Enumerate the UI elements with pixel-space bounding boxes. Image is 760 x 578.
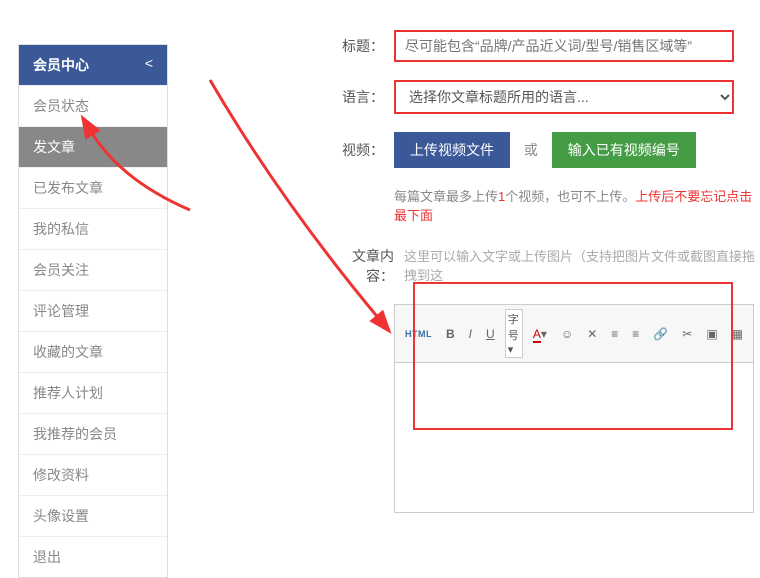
existing-video-button[interactable]: 输入已有视频编号 [552, 132, 696, 168]
toolbar-align-left-icon[interactable]: ≡ [607, 325, 622, 343]
sidebar-item-published[interactable]: 已发布文章 [19, 167, 167, 208]
sidebar: 会员中心 < 会员状态 发文章 已发布文章 我的私信 会员关注 评论管理 收藏的… [18, 44, 168, 578]
sidebar-collapse-icon[interactable]: < [145, 55, 153, 71]
toolbar-align-center-icon[interactable]: ≡ [628, 325, 643, 343]
sidebar-item-referred[interactable]: 我推荐的会员 [19, 413, 167, 454]
toolbar-clear-icon[interactable]: ✕ [583, 325, 601, 343]
toolbar-bold-button[interactable]: B [442, 325, 459, 343]
language-label: 语言： [330, 87, 394, 107]
editor-toolbar: HTML B I U 字号 ▾ A▾ ☺ ✕ ≡ ≡ 🔗 ✂ ▣ ▦ [394, 304, 754, 363]
language-select[interactable]: 选择你文章标题所用的语言... [394, 80, 734, 114]
content-label: 文章内容： [330, 246, 404, 286]
video-note: 每篇文章最多上传1个视频，也可不上传。上传后不要忘记点击最下面 [394, 186, 760, 224]
sidebar-item-messages[interactable]: 我的私信 [19, 208, 167, 249]
toolbar-html-button[interactable]: HTML [401, 327, 436, 341]
sidebar-item-referral[interactable]: 推荐人计划 [19, 372, 167, 413]
sidebar-item-avatar[interactable]: 头像设置 [19, 495, 167, 536]
form-area: 标题： 语言： 选择你文章标题所用的语言... 视频： 上传视频文件 或 输入已… [330, 30, 760, 513]
upload-video-button[interactable]: 上传视频文件 [394, 132, 510, 168]
sidebar-header[interactable]: 会员中心 < [19, 45, 167, 85]
editor-body[interactable] [394, 363, 754, 513]
toolbar-italic-button[interactable]: I [465, 325, 476, 343]
sidebar-item-status[interactable]: 会员状态 [19, 85, 167, 126]
sidebar-title: 会员中心 [33, 57, 89, 73]
toolbar-color-button[interactable]: A▾ [529, 325, 551, 343]
content-hint: 这里可以输入文字或上传图片（支持把图片文件或截图直接拖拽到这 [404, 246, 760, 284]
sidebar-item-profile[interactable]: 修改资料 [19, 454, 167, 495]
sidebar-item-logout[interactable]: 退出 [19, 536, 167, 577]
toolbar-underline-button[interactable]: U [482, 325, 499, 343]
toolbar-link-icon[interactable]: 🔗 [649, 325, 672, 343]
sidebar-item-follow[interactable]: 会员关注 [19, 249, 167, 290]
toolbar-unlink-icon[interactable]: ✂ [678, 325, 696, 343]
video-label: 视频： [330, 140, 394, 160]
rich-text-editor: HTML B I U 字号 ▾ A▾ ☺ ✕ ≡ ≡ 🔗 ✂ ▣ ▦ [394, 304, 754, 513]
toolbar-fontsize-select[interactable]: 字号 ▾ [505, 309, 523, 358]
sidebar-item-comments[interactable]: 评论管理 [19, 290, 167, 331]
sidebar-item-favorites[interactable]: 收藏的文章 [19, 331, 167, 372]
or-text: 或 [524, 142, 538, 158]
toolbar-media-icon[interactable]: ▦ [728, 325, 747, 343]
sidebar-item-post[interactable]: 发文章 [19, 126, 167, 167]
title-input[interactable] [394, 30, 734, 62]
toolbar-emoji-icon[interactable]: ☺ [557, 325, 577, 343]
toolbar-image-icon[interactable]: ▣ [702, 325, 721, 343]
title-label: 标题： [330, 36, 394, 56]
